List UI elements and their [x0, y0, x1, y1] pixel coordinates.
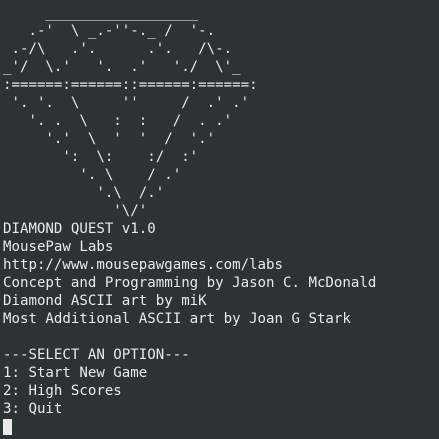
credits-additional-art: Most Additional ASCII art by Joan G Star…: [3, 311, 351, 327]
diamond-ascii-art: __________________ .-' \ _.-''-._ / '-. …: [3, 5, 258, 219]
terminal-window[interactable]: __________________ .-' \ _.-''-._ / '-. …: [0, 0, 439, 439]
menu-option-high-scores: 2: High Scores: [3, 383, 122, 399]
credits-diamond-art: Diamond ASCII art by miK: [3, 293, 207, 309]
menu-option-quit: 3: Quit: [3, 401, 63, 417]
menu-option-start-new-game: 1: Start New Game: [3, 365, 148, 381]
studio-name: MousePaw Labs: [3, 239, 114, 255]
input-prompt-line[interactable]: [3, 418, 439, 436]
credits-programming: Concept and Programming by Jason C. McDo…: [3, 275, 377, 291]
text-cursor: [3, 419, 12, 435]
menu-header: ---SELECT AN OPTION---: [3, 347, 190, 363]
studio-url: http://www.mousepawgames.com/labs: [3, 257, 284, 273]
game-title: DIAMOND QUEST v1.0: [3, 221, 156, 237]
